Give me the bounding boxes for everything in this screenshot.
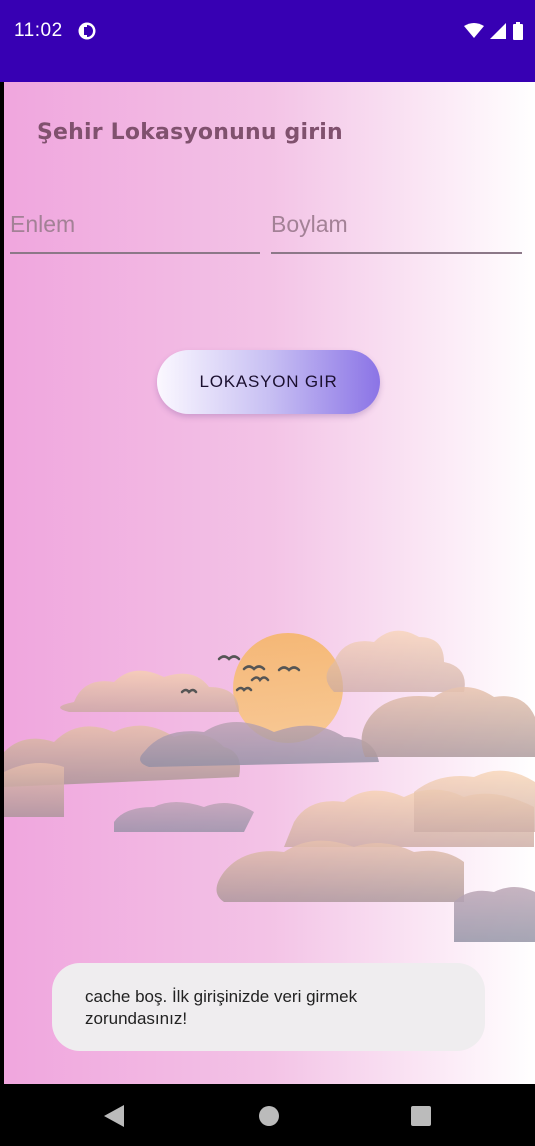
status-time: 11:02 <box>14 20 63 41</box>
status-bar: 11:02 <box>0 0 535 82</box>
longitude-input[interactable] <box>271 204 522 244</box>
main-screen: Şehir Lokasyonunu girin LOKASYON GIR <box>4 82 535 1084</box>
back-icon[interactable] <box>103 1104 125 1128</box>
toast-message: cache boş. İlk girişinizde veri girmek z… <box>52 963 485 1051</box>
home-icon[interactable] <box>258 1104 280 1128</box>
latitude-field[interactable] <box>10 194 260 254</box>
navigation-bar <box>0 1084 535 1146</box>
battery-icon <box>513 22 523 40</box>
wifi-icon <box>464 23 484 38</box>
longitude-field[interactable] <box>271 194 522 254</box>
enter-location-button[interactable]: LOKASYON GIR <box>157 350 380 414</box>
clouds-illustration <box>4 630 535 942</box>
recents-icon[interactable] <box>410 1104 432 1128</box>
signal-icon <box>490 23 506 39</box>
page-title: Şehir Lokasyonunu girin <box>37 120 343 145</box>
app-notification-icon <box>78 22 96 40</box>
latitude-input[interactable] <box>10 204 260 244</box>
toast-text: cache boş. İlk girişinizde veri girmek z… <box>85 987 358 1028</box>
